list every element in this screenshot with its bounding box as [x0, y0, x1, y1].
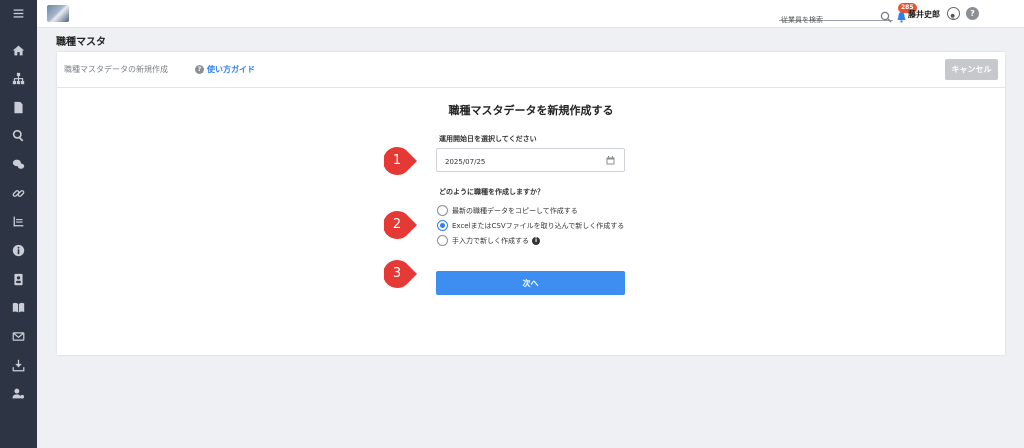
info-icon[interactable]: i — [532, 236, 540, 245]
info-icon[interactable] — [9, 241, 28, 260]
step-marker-3: 3 — [384, 259, 418, 289]
sidebar — [0, 0, 37, 448]
option-label[interactable]: ExcelまたはCSVファイルを取り込んで新しく作成する — [452, 221, 624, 231]
usage-guide-link[interactable]: ? 使い方ガイド — [195, 64, 255, 75]
option-label[interactable]: 最新の職種データをコピーして作成する — [452, 206, 578, 216]
help-icon[interactable]: ? — [966, 7, 979, 20]
next-button[interactable]: 次へ — [436, 271, 625, 295]
download-icon[interactable] — [9, 356, 28, 375]
document-icon[interactable] — [9, 98, 28, 117]
page-title: 職種マスタ — [56, 37, 106, 48]
usage-guide-label[interactable]: 使い方ガイド — [207, 64, 255, 75]
step-number: 1 — [392, 153, 402, 168]
start-date-input[interactable] — [437, 151, 597, 173]
book-icon[interactable] — [9, 298, 28, 317]
search-icon[interactable] — [9, 126, 28, 145]
user-name[interactable]: 藤井史郎 — [908, 9, 940, 20]
contact-card-icon[interactable] — [9, 270, 28, 289]
report-icon[interactable] — [9, 212, 28, 231]
chat-icon[interactable] — [9, 155, 28, 174]
card-header: 職種マスタデータの新規作成 ? 使い方ガイド キャンセル — [57, 52, 1005, 88]
calendar-icon[interactable] — [606, 156, 615, 165]
cancel-button[interactable]: キャンセル — [945, 59, 998, 80]
avatar[interactable] — [947, 7, 960, 20]
home-icon[interactable] — [9, 41, 28, 60]
radio-copy-latest[interactable] — [437, 205, 448, 216]
mail-icon[interactable] — [9, 327, 28, 346]
date-label: 運用開始日を選択してください — [439, 135, 537, 143]
employee-search[interactable] — [779, 7, 893, 27]
form-card: 職種マスタデータの新規作成 ? 使い方ガイド キャンセル 職種マスタデータを新規… — [57, 52, 1005, 355]
search-input[interactable] — [779, 13, 875, 27]
option-import-file[interactable]: ExcelまたはCSVファイルを取り込んで新しく作成する — [437, 220, 624, 231]
option-manual-entry[interactable]: 手入力で新しく作成する i — [437, 235, 540, 246]
search-icon[interactable] — [880, 8, 892, 23]
user-settings-icon[interactable] — [9, 384, 28, 403]
step-marker-1: 1 — [384, 146, 418, 176]
org-chart-icon[interactable] — [9, 69, 28, 88]
step-number: 3 — [392, 266, 402, 281]
step-marker-2: 2 — [384, 210, 418, 240]
radio-manual-entry[interactable] — [437, 235, 448, 246]
company-logo[interactable] — [47, 5, 69, 22]
step-number: 2 — [392, 217, 402, 232]
question-circle-icon: ? — [195, 65, 204, 74]
card-header-title: 職種マスタデータの新規作成 — [64, 65, 168, 74]
option-label[interactable]: 手入力で新しく作成する — [452, 236, 529, 246]
link-icon[interactable] — [9, 184, 28, 203]
creation-method-question: どのように職種を作成しますか？ — [439, 188, 544, 196]
form-title: 職種マスタデータを新規作成する — [448, 104, 614, 117]
radio-import-file[interactable] — [437, 220, 448, 231]
start-date-field[interactable] — [436, 148, 625, 173]
option-copy-latest[interactable]: 最新の職種データをコピーして作成する — [437, 205, 578, 216]
menu-icon[interactable] — [9, 4, 28, 23]
